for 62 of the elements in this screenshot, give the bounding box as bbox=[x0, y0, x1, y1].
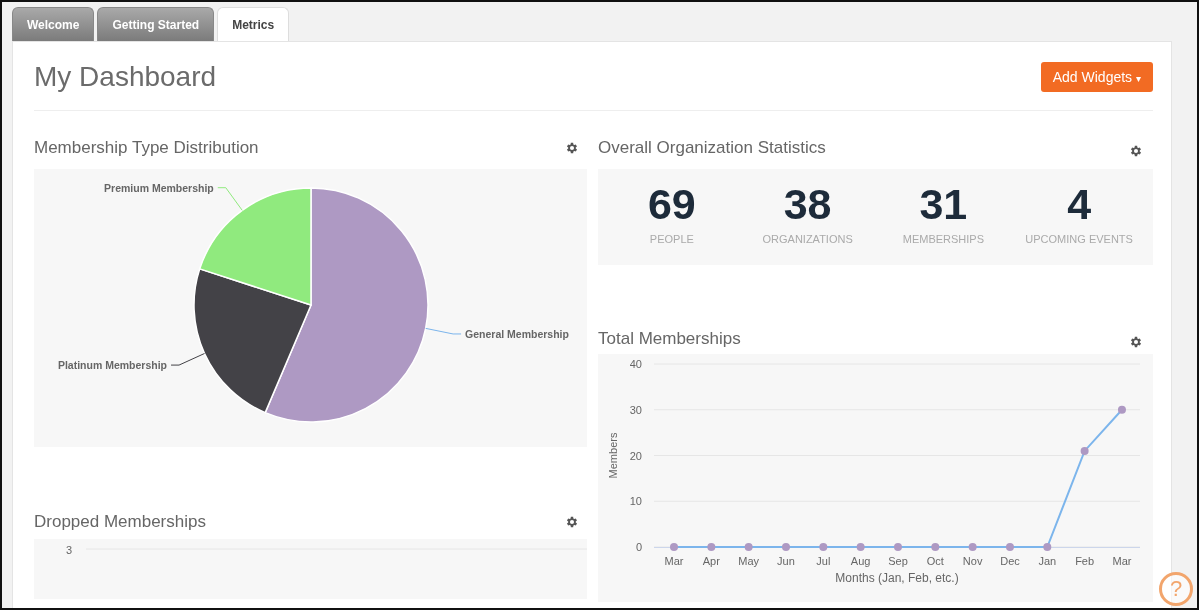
axis-tick-label: Jun bbox=[777, 555, 795, 567]
data-point bbox=[968, 543, 977, 551]
axis-tick-label: Sep bbox=[888, 555, 908, 567]
data-point bbox=[670, 543, 678, 551]
axis-tick-label: Jan bbox=[1038, 555, 1057, 567]
data-point bbox=[782, 543, 790, 551]
data-point bbox=[1080, 446, 1089, 455]
axis-tick-label: May bbox=[738, 555, 760, 567]
leader-line bbox=[217, 187, 243, 211]
axis-tick-label: Jul bbox=[816, 555, 831, 567]
axis-tick-label: Feb bbox=[1075, 555, 1095, 567]
axis-tick-label: 40 bbox=[629, 358, 642, 370]
axis-tick-label: 0 bbox=[635, 541, 642, 553]
settings-icon[interactable] bbox=[565, 141, 579, 155]
axis-tick-label: 10 bbox=[629, 495, 642, 508]
axis-tick-label: Aug bbox=[850, 555, 871, 567]
settings-icon[interactable] bbox=[1129, 144, 1143, 158]
leader-line bbox=[425, 327, 462, 335]
tab[interactable]: Metrics bbox=[217, 7, 290, 41]
data-point bbox=[1005, 543, 1014, 551]
stat-value: 4 bbox=[1067, 181, 1092, 227]
axis-title: Months (Jan, Feb, etc.) bbox=[835, 571, 959, 585]
widget-title: Dropped Memberships bbox=[34, 511, 206, 532]
slice-label: Platinum Membership bbox=[57, 359, 168, 372]
axis-tick-label: 20 bbox=[629, 449, 642, 462]
widget-title: Total Memberships bbox=[598, 329, 741, 349]
widget-title: Overall Organization Statistics bbox=[598, 138, 826, 158]
axis-tick-label: 3 bbox=[65, 544, 72, 556]
axis-tick-label: Dec bbox=[1000, 555, 1020, 567]
data-point bbox=[1117, 405, 1126, 414]
tab[interactable]: Welcome bbox=[12, 7, 95, 41]
stat-label: MEMBERSHIPS bbox=[902, 233, 984, 245]
leader-line bbox=[170, 353, 205, 366]
data-point bbox=[894, 543, 902, 551]
widget-title: Membership Type Distribution bbox=[34, 138, 259, 158]
stat-value: 38 bbox=[783, 181, 832, 227]
settings-icon[interactable] bbox=[1129, 335, 1143, 349]
stat-value: 69 bbox=[647, 181, 696, 227]
slice-label: Premium Membership bbox=[104, 181, 214, 194]
page-title: My Dashboard bbox=[34, 61, 217, 93]
stat-value: 31 bbox=[919, 181, 968, 227]
axis-title: Members bbox=[607, 432, 619, 479]
axis-tick-label: Nov bbox=[962, 555, 983, 567]
data-point bbox=[931, 543, 940, 551]
slice-label: General Membership bbox=[465, 327, 569, 340]
axis-tick-label: Oct bbox=[926, 555, 944, 567]
axis-tick-label: Mar bbox=[1112, 555, 1132, 567]
axis-tick-label: Mar bbox=[664, 555, 684, 567]
stat-label: ORGANIZATIONS bbox=[762, 233, 853, 245]
data-point bbox=[707, 543, 716, 551]
tab[interactable]: Getting Started bbox=[97, 7, 215, 41]
axis-tick-label: Apr bbox=[702, 555, 720, 567]
data-point bbox=[819, 543, 828, 551]
stat-label: PEOPLE bbox=[649, 233, 694, 245]
add-widgets-button[interactable]: Add Widgets ▾ bbox=[1040, 62, 1153, 92]
settings-icon[interactable] bbox=[565, 514, 579, 529]
data-point bbox=[856, 543, 865, 551]
data-point bbox=[744, 543, 753, 551]
data-point bbox=[1043, 543, 1052, 551]
stat-label: UPCOMING EVENTS bbox=[1025, 233, 1133, 245]
help-button[interactable]: ? bbox=[1159, 572, 1193, 606]
axis-tick-label: 30 bbox=[629, 403, 642, 416]
